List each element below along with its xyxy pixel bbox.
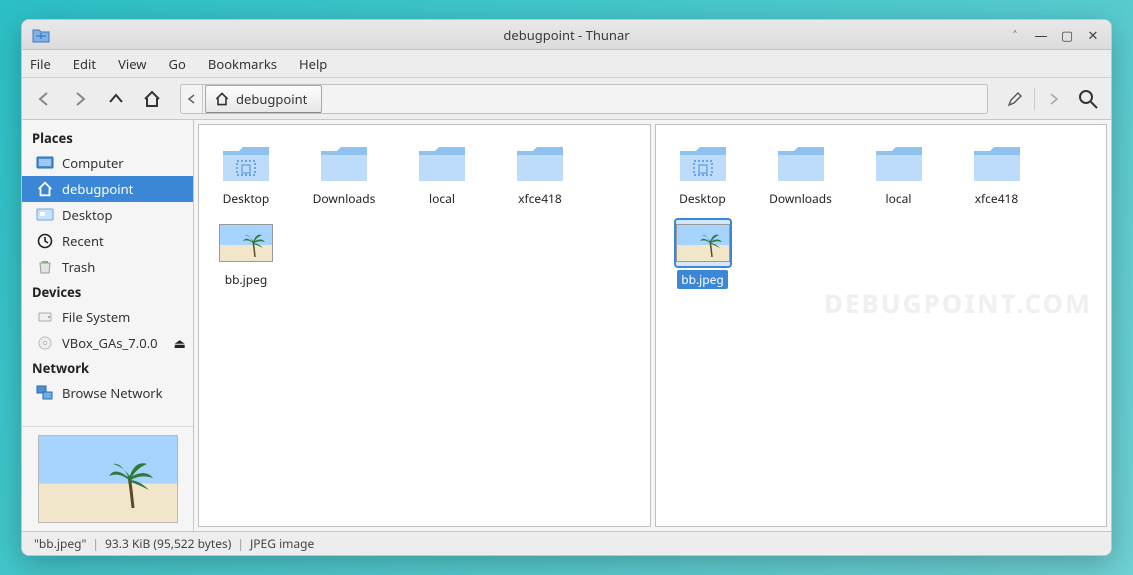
folder-icon — [219, 139, 273, 185]
file-label: local — [425, 189, 459, 208]
sidebar: Places Computer debugpoint Desktop Recen… — [22, 120, 194, 531]
pane-right[interactable]: DEBUGPOINT.COM Desktop Downloads local x… — [655, 124, 1108, 527]
folder-icon — [970, 139, 1024, 185]
home-icon — [214, 91, 230, 107]
sidebar-item-computer[interactable]: Computer — [22, 150, 193, 176]
image-icon — [219, 220, 273, 266]
preview-thumbnail — [22, 426, 193, 531]
app-window: debugpoint - Thunar ˄ — ▢ ✕ File Edit Vi… — [21, 19, 1112, 556]
sidebar-item-label: Desktop — [62, 206, 113, 224]
folder-icon — [513, 139, 567, 185]
folder-icon — [415, 139, 469, 185]
sidebar-section-network: Network — [22, 356, 193, 380]
menubar: File Edit View Go Bookmarks Help — [22, 50, 1111, 78]
network-icon — [36, 384, 54, 402]
file-item[interactable]: Desktop — [209, 139, 283, 208]
file-item[interactable]: bb.jpeg — [666, 220, 740, 289]
pathbar: debugpoint — [180, 84, 988, 114]
menu-file[interactable]: File — [30, 55, 51, 73]
file-item[interactable]: local — [405, 139, 479, 208]
file-item[interactable]: xfce418 — [960, 139, 1034, 208]
watermark: DEBUGPOINT.COM — [824, 285, 1092, 321]
close-icon[interactable]: ✕ — [1085, 26, 1101, 44]
file-label: Desktop — [219, 189, 274, 208]
sidebar-item-filesystem[interactable]: File System — [22, 304, 193, 330]
file-label: local — [882, 189, 916, 208]
edit-path-button[interactable] — [1002, 86, 1028, 112]
sidebar-item-label: Computer — [62, 154, 124, 172]
eject-icon[interactable]: ⏏ — [174, 334, 186, 352]
folder-icon — [872, 139, 926, 185]
app-icon — [30, 24, 52, 46]
path-segment-home[interactable]: debugpoint — [205, 85, 322, 113]
toolbar: debugpoint — [22, 78, 1111, 120]
statusbar: "bb.jpeg" | 93.3 KiB (95,522 bytes) | JP… — [22, 531, 1111, 555]
search-button[interactable] — [1073, 84, 1103, 114]
sidebar-item-label: Recent — [62, 232, 104, 250]
status-type: JPEG image — [250, 535, 314, 552]
desktop-icon — [36, 206, 54, 224]
file-item[interactable]: local — [862, 139, 936, 208]
recent-icon — [36, 232, 54, 250]
file-label: bb.jpeg — [221, 270, 272, 289]
back-button[interactable] — [30, 85, 58, 113]
sidebar-item-desktop[interactable]: Desktop — [22, 202, 193, 228]
menu-go[interactable]: Go — [169, 55, 186, 73]
minimize-icon[interactable]: — — [1033, 26, 1049, 44]
file-item[interactable]: xfce418 — [503, 139, 577, 208]
path-history-button[interactable] — [181, 85, 203, 113]
file-item[interactable]: Downloads — [307, 139, 381, 208]
image-icon — [676, 220, 730, 266]
path-next-button[interactable] — [1041, 86, 1067, 112]
path-segment-label: debugpoint — [236, 90, 307, 108]
sidebar-item-network[interactable]: Browse Network — [22, 380, 193, 406]
sidebar-item-recent[interactable]: Recent — [22, 228, 193, 254]
status-filename: "bb.jpeg" — [34, 535, 86, 552]
titlebar[interactable]: debugpoint - Thunar ˄ — ▢ ✕ — [22, 20, 1111, 50]
sidebar-section-devices: Devices — [22, 280, 193, 304]
collapse-icon[interactable]: ˄ — [1007, 26, 1023, 44]
sidebar-item-vbox[interactable]: VBox_GAs_7.0.0 ⏏ — [22, 330, 193, 356]
sidebar-item-label: File System — [62, 308, 130, 326]
menu-view[interactable]: View — [118, 55, 146, 73]
maximize-icon[interactable]: ▢ — [1059, 26, 1075, 44]
sidebar-item-trash[interactable]: Trash — [22, 254, 193, 280]
file-label: xfce418 — [971, 189, 1023, 208]
file-label: xfce418 — [514, 189, 566, 208]
sidebar-item-label: Trash — [62, 258, 95, 276]
sidebar-item-label: debugpoint — [62, 180, 133, 198]
status-size: 93.3 KiB (95,522 bytes) — [105, 535, 231, 552]
computer-icon — [36, 154, 54, 172]
sidebar-item-home[interactable]: debugpoint — [22, 176, 193, 202]
pane-left[interactable]: Desktop Downloads local xfce418 bb.jpeg — [198, 124, 651, 527]
panes: Desktop Downloads local xfce418 bb.jpeg D… — [194, 120, 1111, 531]
file-item[interactable]: bb.jpeg — [209, 220, 283, 289]
file-item[interactable]: Desktop — [666, 139, 740, 208]
home-button[interactable] — [138, 85, 166, 113]
file-label: Downloads — [309, 189, 380, 208]
sidebar-section-places: Places — [22, 126, 193, 150]
parent-button[interactable] — [102, 85, 130, 113]
trash-icon — [36, 258, 54, 276]
window-title: debugpoint - Thunar — [22, 26, 1111, 44]
body: Places Computer debugpoint Desktop Recen… — [22, 120, 1111, 531]
sidebar-item-label: Browse Network — [62, 384, 163, 402]
file-label: bb.jpeg — [677, 270, 728, 289]
divider — [1034, 88, 1035, 110]
drive-icon — [36, 308, 54, 326]
folder-icon — [774, 139, 828, 185]
menu-bookmarks[interactable]: Bookmarks — [208, 55, 277, 73]
preview-image — [38, 435, 178, 523]
folder-icon — [317, 139, 371, 185]
forward-button[interactable] — [66, 85, 94, 113]
file-label: Downloads — [765, 189, 836, 208]
menu-edit[interactable]: Edit — [73, 55, 96, 73]
folder-icon — [676, 139, 730, 185]
disc-icon — [36, 334, 54, 352]
home-icon — [36, 180, 54, 198]
file-item[interactable]: Downloads — [764, 139, 838, 208]
sidebar-item-label: VBox_GAs_7.0.0 — [62, 334, 158, 352]
file-label: Desktop — [675, 189, 730, 208]
menu-help[interactable]: Help — [299, 55, 327, 73]
